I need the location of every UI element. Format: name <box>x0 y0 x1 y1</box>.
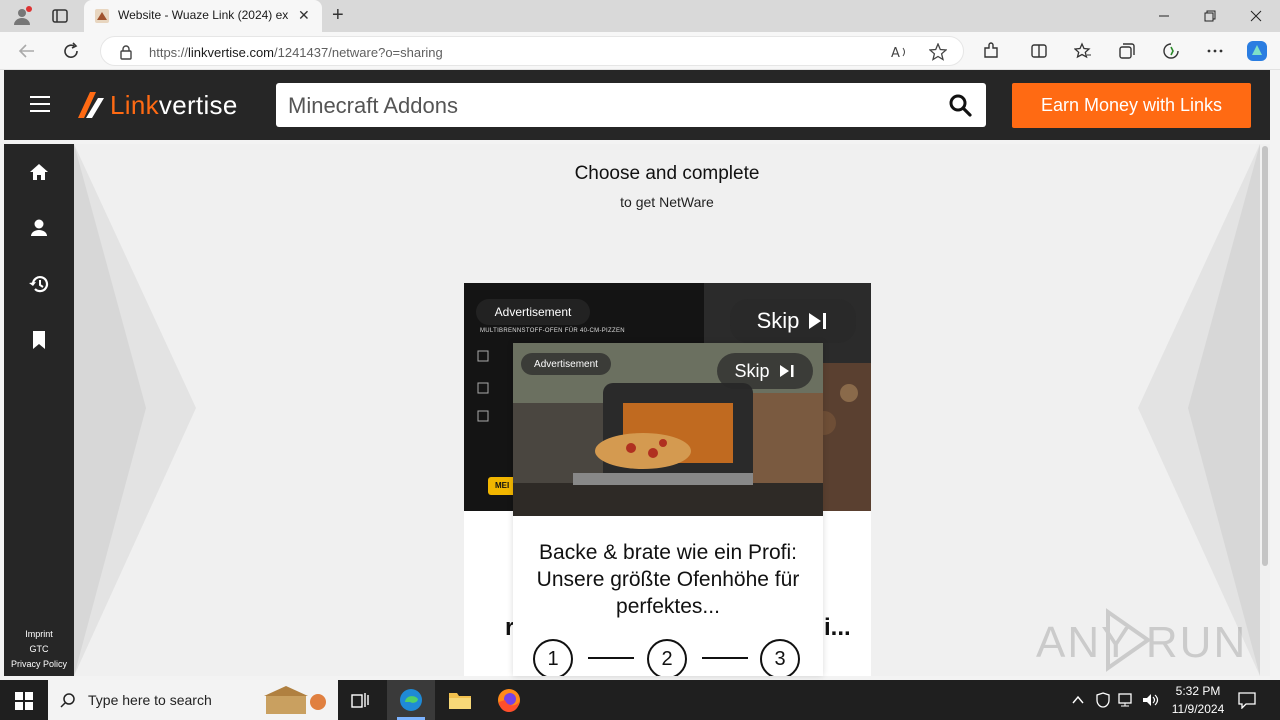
copilot-icon[interactable] <box>1245 39 1269 63</box>
tab-close-icon[interactable]: ✕ <box>298 7 310 24</box>
step-2[interactable]: 2 <box>647 639 687 676</box>
browser-essentials-icon[interactable] <box>1162 42 1180 60</box>
favorites-icon[interactable] <box>1074 42 1092 60</box>
logo-text: Linkvertise <box>110 90 238 121</box>
step-3[interactable]: 3 <box>760 639 800 676</box>
split-screen-icon[interactable] <box>1030 42 1048 60</box>
gtc-link[interactable]: GTC <box>4 642 74 657</box>
search-highlight-icon <box>264 686 326 714</box>
sidebar-footer-links: Imprint GTC Privacy Policy <box>4 627 74 672</box>
taskbar-edge-active[interactable] <box>387 680 435 720</box>
collections-icon[interactable] <box>1118 42 1136 60</box>
taskbar-clock-time[interactable]: 5:32 PM <box>1166 684 1230 698</box>
earn-money-button[interactable]: Earn Money with Links <box>1012 83 1251 128</box>
left-sidebar: Imprint GTC Privacy Policy <box>4 144 74 676</box>
history-icon[interactable] <box>28 273 50 295</box>
search-input[interactable] <box>288 93 928 119</box>
site-header: Linkvertise Earn Money with Links <box>4 70 1270 140</box>
scrollbar[interactable] <box>1260 144 1270 676</box>
logo-text-orange: Link <box>110 90 159 120</box>
step-connector <box>588 657 634 659</box>
firefox-icon[interactable] <box>497 688 521 712</box>
notifications-icon[interactable] <box>1238 691 1256 709</box>
windows-taskbar: Type here to search 5:32 PM 11/9/2024 <box>0 680 1280 720</box>
url-host: linkvertise.com <box>188 45 274 60</box>
lock-icon[interactable] <box>119 44 133 60</box>
page-title: Choose and complete <box>574 163 760 184</box>
bookmark-icon[interactable] <box>28 329 50 351</box>
anyrun-watermark: ANY RUN <box>1036 606 1245 674</box>
menu-icon[interactable] <box>30 96 50 112</box>
tab-title: Website - Wuaze Link (2024) excl <box>118 8 288 22</box>
url-prefix: https:// <box>149 45 189 60</box>
show-hidden-icons-icon[interactable] <box>1072 694 1084 706</box>
ad-label-inner: Advertisement <box>521 353 611 375</box>
task-view-icon[interactable] <box>351 692 369 708</box>
logo-mark-icon <box>78 92 104 118</box>
back-icon[interactable] <box>18 42 36 60</box>
ad-label: Advertisement <box>476 299 590 325</box>
file-explorer-icon[interactable] <box>448 690 472 710</box>
skip-button-inner[interactable]: Skip <box>717 353 813 389</box>
advertisement-inner[interactable]: Advertisement Skip Backe & brate wie ein… <box>513 343 823 676</box>
edge-browser-icon <box>400 689 422 711</box>
defender-icon[interactable] <box>1096 692 1110 708</box>
minimize-icon[interactable] <box>1158 10 1170 22</box>
url-path: /1241437/netware?o=sharing <box>274 45 443 60</box>
privacy-policy-link[interactable]: Privacy Policy <box>4 657 74 672</box>
ad-cta-partial[interactable]: MEI <box>495 481 509 490</box>
tab-actions-icon[interactable] <box>52 8 68 24</box>
browser-tab-strip: Website - Wuaze Link (2024) excl ✕ + <box>0 0 1280 32</box>
refresh-icon[interactable] <box>62 42 80 60</box>
address-bar[interactable]: https://linkvertise.com/1241437/netware?… <box>100 36 964 66</box>
browser-toolbar: https://linkvertise.com/1241437/netware?… <box>0 32 1280 70</box>
restore-icon[interactable] <box>1204 10 1216 22</box>
window-close-icon[interactable] <box>1250 10 1262 22</box>
extensions-icon[interactable] <box>982 42 1000 60</box>
taskbar-clock-date[interactable]: 11/9/2024 <box>1166 702 1230 716</box>
step-connector <box>702 657 748 659</box>
imprint-link[interactable]: Imprint <box>4 627 74 642</box>
taskbar-search[interactable]: Type here to search <box>48 680 338 720</box>
network-icon[interactable] <box>1118 692 1136 708</box>
url-text[interactable]: https://linkvertise.com/1241437/netware?… <box>149 45 443 60</box>
ad-headline[interactable]: Backe & brate wie ein Profi: Unsere größ… <box>525 539 811 620</box>
skip-label-outer: Skip <box>756 308 800 333</box>
logo-text-white: vertise <box>158 90 238 120</box>
ad-inner-image[interactable]: Advertisement Skip <box>513 343 823 516</box>
skip-button-outer[interactable]: Skip <box>730 299 856 343</box>
search-icon[interactable] <box>948 93 972 117</box>
scrollbar-thumb[interactable] <box>1262 146 1268 566</box>
more-menu-icon[interactable] <box>1206 44 1224 58</box>
browser-tab-active[interactable]: Website - Wuaze Link (2024) excl ✕ <box>84 0 322 32</box>
page-subtitle: to get NetWare <box>620 194 714 210</box>
windows-start-icon[interactable] <box>15 692 33 710</box>
taskbar-search-icon <box>60 693 75 708</box>
read-aloud-icon[interactable]: A <box>891 44 909 60</box>
new-tab-icon[interactable]: + <box>332 4 344 27</box>
svg-text:A: A <box>891 46 900 60</box>
home-icon[interactable] <box>28 161 50 183</box>
skip-label-inner: Skip <box>734 360 770 381</box>
favorite-star-icon[interactable] <box>929 43 947 61</box>
ad-outer-title-fragment-right: i... <box>824 614 851 641</box>
profile-nav-icon[interactable] <box>28 217 50 239</box>
step-1[interactable]: 1 <box>533 639 573 676</box>
ad-banner-caption: MULTIBRENNSTOFF-OFEN FÜR 40-CM-PIZZEN <box>480 328 625 334</box>
profile-icon[interactable] <box>12 6 32 26</box>
skip-next-icon <box>809 313 827 329</box>
tab-favicon-icon <box>95 9 109 23</box>
taskbar-search-placeholder: Type here to search <box>88 692 212 708</box>
watermark-text: ANY RUN <box>1036 618 1248 667</box>
volume-icon[interactable] <box>1142 692 1160 708</box>
search-box[interactable] <box>276 83 986 127</box>
skip-next-icon <box>779 365 793 377</box>
